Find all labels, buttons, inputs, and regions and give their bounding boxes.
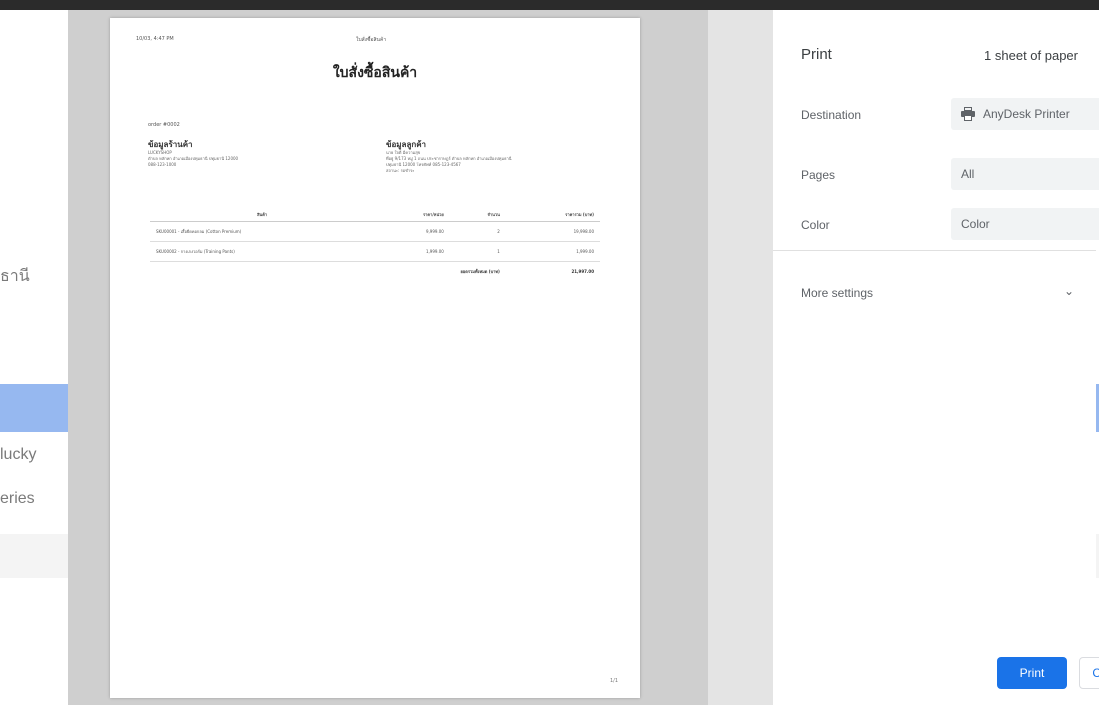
chevron-down-icon[interactable]: ⌄	[1064, 284, 1074, 298]
print-button[interactable]: Print	[997, 657, 1067, 689]
preview-area: 10/03, 4:47 PM ใบสั่งซื้อสินค้า ใบสั่งซื…	[68, 10, 708, 705]
pages-select[interactable]: All ▼	[951, 158, 1099, 190]
sheet-count: 1 sheet of paper	[984, 48, 1078, 63]
cell-total: 1,999.00	[505, 241, 600, 262]
settings-panel: Print 1 sheet of paper Destination AnyDe…	[773, 10, 1099, 705]
total-value: 21,997.00	[571, 269, 594, 274]
order-number: order #0002	[148, 122, 180, 128]
screen: ธานี lucky eries 10/03, 4:47 PM ใบสั่งซื…	[0, 0, 1099, 705]
shop-info-line: 088-123-1000	[148, 162, 177, 167]
cell-product: SKU00002 - กางเกงวอร์ม (Training Pants)	[150, 241, 375, 262]
color-value: Color	[961, 217, 990, 231]
preview-scroll-gutter	[708, 10, 773, 705]
column-header-quantity: จำนวน	[449, 208, 506, 222]
cell-quantity: 2	[449, 221, 506, 242]
divider	[773, 250, 1096, 251]
destination-value: AnyDesk Printer	[983, 107, 1070, 121]
cell-unit-price: 9,999.00	[374, 221, 450, 242]
table-header-row: สินค้า ราคา/หน่วย จำนวน ราคารวม (บาท)	[150, 208, 600, 222]
total-label: ยอดรวมทั้งหมด (บาท)	[460, 269, 500, 274]
destination-select[interactable]: AnyDesk Printer ▼	[951, 98, 1099, 130]
column-header-product: สินค้า	[150, 208, 375, 222]
color-label: Color	[801, 218, 830, 232]
preview-page: 10/03, 4:47 PM ใบสั่งซื้อสินค้า ใบสั่งซื…	[110, 18, 640, 698]
cell-product: SKU00001 - เสื้อยืดคอกลม (Cotton Premium…	[150, 221, 375, 242]
print-dialog: 10/03, 4:47 PM ใบสั่งซื้อสินค้า ใบสั่งซื…	[68, 10, 1099, 705]
customer-info-line: สถานะ: รอชำระ	[386, 168, 415, 173]
document-title: ใบสั่งซื้อสินค้า	[332, 65, 418, 81]
table-row: SKU00002 - กางเกงวอร์ม (Training Pants) …	[150, 241, 600, 262]
shop-info: LUCKYSHOP ตำบล หลักหก อำเภอเมืองปทุมธานี…	[148, 150, 318, 168]
preview-header-datetime: 10/03, 4:47 PM	[136, 36, 174, 42]
more-settings-toggle[interactable]: More settings	[801, 286, 873, 300]
total-spacer	[150, 262, 374, 282]
page-number: 1/1	[609, 678, 618, 684]
pages-value: All	[961, 167, 975, 181]
pages-label: Pages	[801, 168, 836, 182]
cancel-button[interactable]: Cancel	[1079, 657, 1099, 689]
column-header-total: ราคารวม (บาท)	[505, 208, 600, 222]
printer-icon	[961, 107, 975, 121]
column-header-unit-price: ราคา/หน่วย	[374, 208, 450, 222]
cell-total: 19,998.00	[505, 221, 600, 242]
order-table: สินค้า ราคา/หน่วย จำนวน ราคารวม (บาท) SK…	[150, 208, 600, 281]
customer-info: นาย ใจดี มีความสุข ที่อยู่ 9/173 หมู่ 1 …	[386, 150, 606, 174]
color-select[interactable]: Color ▼	[951, 208, 1099, 240]
destination-label: Destination	[801, 108, 862, 122]
top-bar	[0, 0, 1099, 10]
cell-unit-price: 1,999.00	[374, 241, 450, 262]
cell-quantity: 1	[449, 241, 506, 262]
preview-header-title: ใบสั่งซื้อสินค้า	[356, 37, 387, 43]
total-row: ยอดรวมทั้งหมด (บาท) 21,997.00	[150, 262, 600, 282]
table-row: SKU00001 - เสื้อยืดคอกลม (Cotton Premium…	[150, 221, 600, 242]
dialog-title: Print	[801, 46, 832, 63]
